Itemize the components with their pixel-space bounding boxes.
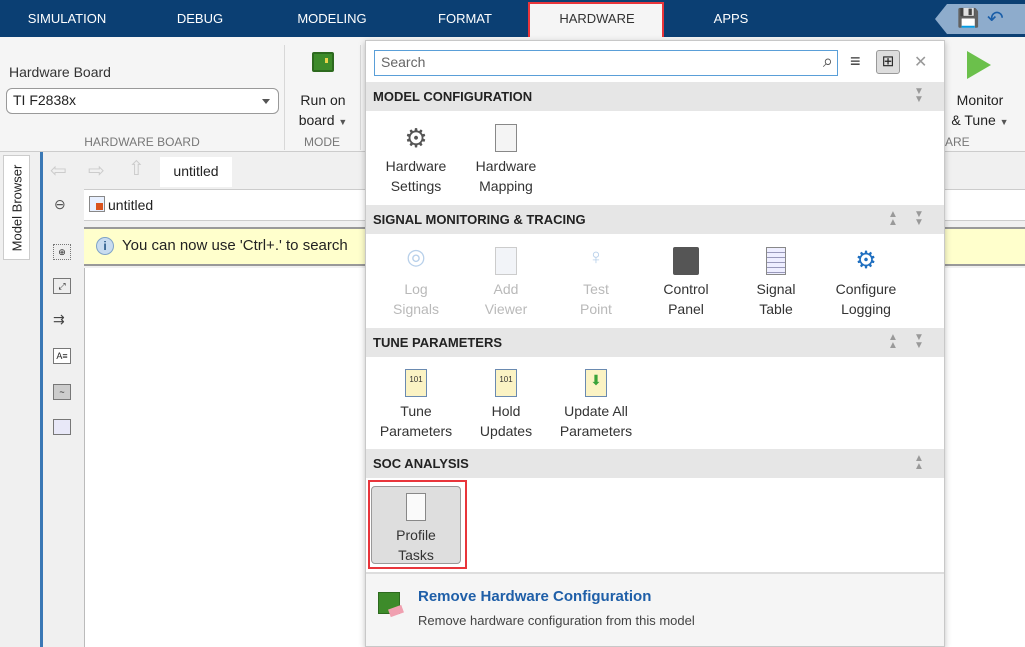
- hardware-board-dropdown[interactable]: TI F2838x: [6, 88, 279, 114]
- search-icon: ⌕: [822, 51, 833, 71]
- highlight-box: [368, 480, 467, 569]
- expand-icon[interactable]: ▲ ▲: [888, 333, 898, 351]
- test-point-icon: ♀: [587, 244, 605, 269]
- section-mode: MODE: [304, 135, 340, 149]
- chevron-down-icon: [262, 99, 270, 104]
- binary-download-icon: ⬇: [585, 369, 607, 397]
- run-label-1: Run on: [300, 92, 346, 108]
- section-tune-parameters[interactable]: TUNE PARAMETERS ▲ ▲ ▼ ▼: [366, 328, 944, 357]
- log-signals-button[interactable]: ◎ Log Signals: [371, 244, 461, 319]
- info-text: You can now use 'Ctrl+.' to search: [122, 237, 348, 254]
- arrows-icon[interactable]: ⇉: [53, 311, 65, 328]
- info-icon: i: [96, 237, 114, 255]
- tab-modeling[interactable]: MODELING: [265, 0, 399, 37]
- fit-view-icon[interactable]: ⤢: [53, 278, 71, 294]
- expand-icon[interactable]: ▲ ▲: [888, 210, 898, 228]
- section-hardware-board: HARDWARE BOARD: [84, 135, 200, 149]
- hardware-settings-button[interactable]: ⚙ Hardware Settings: [371, 124, 461, 196]
- configure-logging-button[interactable]: ⚙ Configure Logging: [821, 247, 911, 319]
- collapse-icon[interactable]: ▼ ▼: [914, 210, 924, 228]
- wifi-icon: ◎: [406, 244, 426, 269]
- back-arrow-icon[interactable]: ⇦: [50, 158, 67, 183]
- hide-explorer-icon[interactable]: ⊖: [54, 196, 66, 213]
- run-on-board-button[interactable]: Run on board ▼: [288, 45, 358, 130]
- control-panel-icon: [673, 247, 699, 275]
- section-title: SOC ANALYSIS: [373, 456, 469, 471]
- binary-tune-icon: 101: [405, 369, 427, 397]
- toolstrip-tabs: SIMULATION DEBUG MODELING FORMAT HARDWAR…: [0, 0, 1025, 37]
- address-text: untitled: [108, 197, 154, 213]
- mapping-icon: [495, 124, 517, 152]
- tab-format[interactable]: FORMAT: [398, 0, 532, 37]
- wifi-gear-icon: ⚙: [855, 247, 877, 274]
- close-icon[interactable]: ✕: [914, 52, 927, 72]
- grid-view-icon[interactable]: ⊞: [876, 50, 900, 74]
- hardware-board-value: TI F2838x: [13, 92, 77, 108]
- monitor-label-1: Monitor: [956, 92, 1004, 108]
- doc-tab-untitled[interactable]: untitled: [160, 157, 232, 187]
- up-arrow-icon[interactable]: ⇧: [128, 156, 145, 181]
- area-icon[interactable]: [53, 419, 71, 435]
- table-icon: [766, 247, 786, 275]
- binary-pause-icon: 101: [495, 369, 517, 397]
- hardware-gallery-popup: Search ⌕ ≡ ⊞ ✕ MODEL CONFIGURATION ▼ ▼ ⚙ Ha…: [365, 40, 945, 647]
- gear-chip-icon: ⚙: [404, 123, 428, 153]
- list-view-icon[interactable]: ≡: [850, 51, 861, 72]
- remove-hardware-config-item[interactable]: Remove Hardware Configuration Remove har…: [366, 572, 944, 646]
- undo-icon[interactable]: ↶: [987, 6, 1004, 31]
- editor-border: [40, 152, 43, 647]
- model-browser-tab[interactable]: Model Browser: [3, 155, 30, 260]
- tab-debug[interactable]: DEBUG: [133, 0, 267, 37]
- section-title: SIGNAL MONITORING & TRACING: [373, 212, 586, 227]
- monitor-tune-button[interactable]: Monitor & Tune ▼: [945, 45, 1015, 130]
- control-panel-button[interactable]: Control Panel: [641, 247, 731, 319]
- remove-config-title[interactable]: Remove Hardware Configuration: [418, 588, 651, 605]
- section-title: MODEL CONFIGURATION: [373, 89, 533, 104]
- test-point-button[interactable]: ♀ Test Point: [551, 244, 641, 319]
- quick-access-toolbar: 💾 ↶: [935, 4, 1025, 34]
- chip-icon: [312, 52, 334, 72]
- signal-table-button[interactable]: Signal Table: [731, 247, 821, 319]
- remove-config-desc: Remove hardware configuration from this …: [418, 613, 695, 628]
- monitor-label-2: & Tune: [951, 112, 996, 128]
- add-viewer-button[interactable]: Add Viewer: [461, 247, 551, 319]
- run-label-2: board: [298, 112, 335, 128]
- annotation-icon[interactable]: A≡: [53, 348, 71, 364]
- section-signal-monitoring[interactable]: SIGNAL MONITORING & TRACING ▲ ▲ ▼ ▼: [366, 205, 944, 234]
- tab-simulation[interactable]: SIMULATION: [0, 0, 134, 37]
- image-icon[interactable]: ~: [53, 384, 71, 400]
- monitor-tune-icon: [967, 51, 991, 79]
- hardware-board-label: Hardware Board: [9, 64, 111, 80]
- model-browser-label: Model Browser: [9, 164, 24, 251]
- viewer-icon: [495, 247, 517, 275]
- search-input[interactable]: Search ⌕: [374, 50, 838, 76]
- forward-arrow-icon[interactable]: ⇨: [88, 158, 105, 183]
- expand-icon[interactable]: ▲ ▲: [914, 454, 924, 472]
- section-soc-analysis[interactable]: SOC ANALYSIS ▲ ▲: [366, 449, 944, 478]
- section-model-configuration[interactable]: MODEL CONFIGURATION ▼ ▼: [366, 82, 944, 111]
- section-title: TUNE PARAMETERS: [373, 335, 503, 350]
- model-icon: [89, 196, 105, 212]
- tune-parameters-button[interactable]: 101 Tune Parameters: [371, 369, 461, 441]
- update-all-parameters-button[interactable]: ⬇ Update All Parameters: [551, 369, 641, 441]
- zoom-icon[interactable]: ⊕: [53, 244, 71, 260]
- save-icon[interactable]: 💾: [957, 8, 979, 29]
- collapse-icon[interactable]: ▼ ▼: [914, 87, 924, 105]
- hardware-mapping-button[interactable]: Hardware Mapping: [461, 124, 551, 196]
- search-placeholder: Search: [381, 54, 426, 70]
- section-partial: ARE: [945, 135, 970, 149]
- hold-updates-button[interactable]: 101 Hold Updates: [461, 369, 551, 441]
- collapse-icon[interactable]: ▼ ▼: [914, 333, 924, 351]
- tab-apps[interactable]: APPS: [664, 0, 798, 37]
- board-eraser-icon: [378, 592, 404, 618]
